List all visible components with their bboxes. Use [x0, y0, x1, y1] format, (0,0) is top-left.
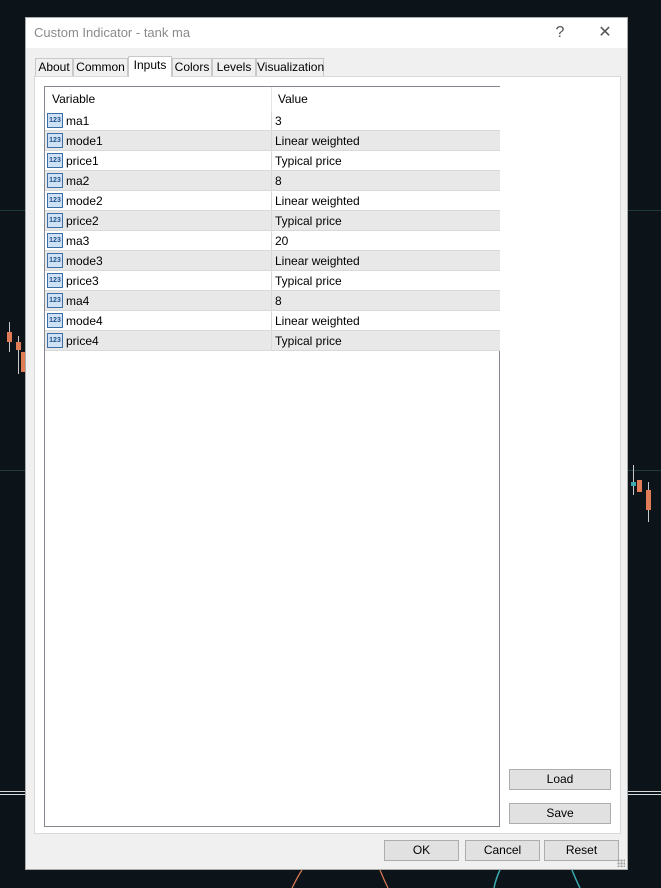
window-title: Custom Indicator - tank ma [34, 25, 191, 40]
variable-value[interactable]: 3 [275, 114, 282, 128]
numeric-parameter-icon: 123 [47, 113, 63, 128]
table-row[interactable]: 123 mode4 Linear weighted [45, 311, 500, 331]
variable-value[interactable]: Linear weighted [275, 254, 360, 268]
table-row[interactable]: 123 price1 Typical price [45, 151, 500, 171]
cell-divider [271, 211, 272, 231]
numeric-parameter-icon: 123 [47, 133, 63, 148]
help-icon[interactable]: ? [549, 22, 571, 44]
variable-value[interactable]: 20 [275, 234, 288, 248]
table-row[interactable]: 123 ma3 20 [45, 231, 500, 251]
candle [16, 342, 21, 350]
variable-value[interactable]: Linear weighted [275, 314, 360, 328]
variable-name: ma3 [66, 234, 90, 248]
variable-value[interactable]: Linear weighted [275, 194, 360, 208]
numeric-parameter-icon: 123 [47, 253, 63, 268]
table-row[interactable]: 123 price4 Typical price [45, 331, 500, 351]
numeric-parameter-icon: 123 [47, 293, 63, 308]
numeric-parameter-icon: 123 [47, 193, 63, 208]
ok-button[interactable]: OK [384, 840, 459, 861]
cell-divider [271, 331, 272, 351]
variable-name: price1 [66, 154, 99, 168]
cell-divider [271, 251, 272, 271]
variable-name: ma1 [66, 114, 90, 128]
variable-name: price3 [66, 274, 99, 288]
numeric-parameter-icon: 123 [47, 333, 63, 348]
tab-inputs[interactable]: Inputs [128, 56, 172, 77]
variable-value[interactable]: 8 [275, 294, 282, 308]
resize-grip[interactable] [617, 859, 625, 867]
cancel-button[interactable]: Cancel [465, 840, 540, 861]
table-row[interactable]: 123 price3 Typical price [45, 271, 500, 291]
table-row[interactable]: 123 mode2 Linear weighted [45, 191, 500, 211]
cell-divider [271, 291, 272, 311]
table-row[interactable]: 123 price2 Typical price [45, 211, 500, 231]
candle-wick [633, 465, 634, 495]
table-row[interactable]: 123 ma2 8 [45, 171, 500, 191]
tab-common[interactable]: Common [73, 58, 128, 76]
cell-divider [271, 231, 272, 251]
variable-value[interactable]: Linear weighted [275, 134, 360, 148]
variable-name: mode3 [66, 254, 103, 268]
cell-divider [271, 131, 272, 151]
variable-name: ma2 [66, 174, 90, 188]
tab-colors[interactable]: Colors [172, 58, 212, 76]
tab-visualization[interactable]: Visualization [256, 58, 324, 76]
inputs-panel: Variable Value 123 ma1 3 123 mode1 Linear wei… [34, 76, 621, 834]
numeric-parameter-icon: 123 [47, 233, 63, 248]
variable-name: price4 [66, 334, 99, 348]
save-button[interactable]: Save [509, 803, 611, 824]
table-row[interactable]: 123 ma1 3 [45, 111, 500, 131]
variable-name: mode1 [66, 134, 103, 148]
column-header-value[interactable]: Value [278, 92, 308, 106]
inputs-grid: Variable Value 123 ma1 3 123 mode1 Linear wei… [44, 86, 500, 827]
variable-value[interactable]: Typical price [275, 154, 342, 168]
numeric-parameter-icon: 123 [47, 213, 63, 228]
column-header-variable[interactable]: Variable [52, 92, 95, 106]
variable-name: mode2 [66, 194, 103, 208]
cell-divider [271, 311, 272, 331]
variable-value[interactable]: 8 [275, 174, 282, 188]
variable-value[interactable]: Typical price [275, 214, 342, 228]
numeric-parameter-icon: 123 [47, 153, 63, 168]
candle [631, 482, 636, 486]
numeric-parameter-icon: 123 [47, 173, 63, 188]
tab-levels[interactable]: Levels [212, 58, 256, 76]
variable-name: mode4 [66, 314, 103, 328]
grid-header: Variable Value [45, 87, 500, 112]
variable-value[interactable]: Typical price [275, 274, 342, 288]
variable-value[interactable]: Typical price [275, 334, 342, 348]
column-divider[interactable] [271, 87, 272, 111]
close-icon[interactable]: ✕ [594, 22, 616, 44]
table-row[interactable]: 123 mode3 Linear weighted [45, 251, 500, 271]
numeric-parameter-icon: 123 [47, 313, 63, 328]
numeric-parameter-icon: 123 [47, 273, 63, 288]
reset-button[interactable]: Reset [544, 840, 619, 861]
tab-about[interactable]: About [35, 58, 73, 76]
candle [646, 490, 651, 510]
cell-divider [271, 191, 272, 211]
cell-divider [271, 151, 272, 171]
cell-divider [271, 111, 272, 131]
custom-indicator-dialog: Custom Indicator - tank ma ? ✕ About Com… [25, 17, 628, 870]
table-row[interactable]: 123 ma4 8 [45, 291, 500, 311]
load-button[interactable]: Load [509, 769, 611, 790]
title-bar: Custom Indicator - tank ma ? ✕ [26, 18, 627, 48]
table-row[interactable]: 123 mode1 Linear weighted [45, 131, 500, 151]
candle [637, 480, 642, 492]
cell-divider [271, 171, 272, 191]
candle [7, 332, 12, 342]
cell-divider [271, 271, 272, 291]
variable-name: price2 [66, 214, 99, 228]
variable-name: ma4 [66, 294, 90, 308]
